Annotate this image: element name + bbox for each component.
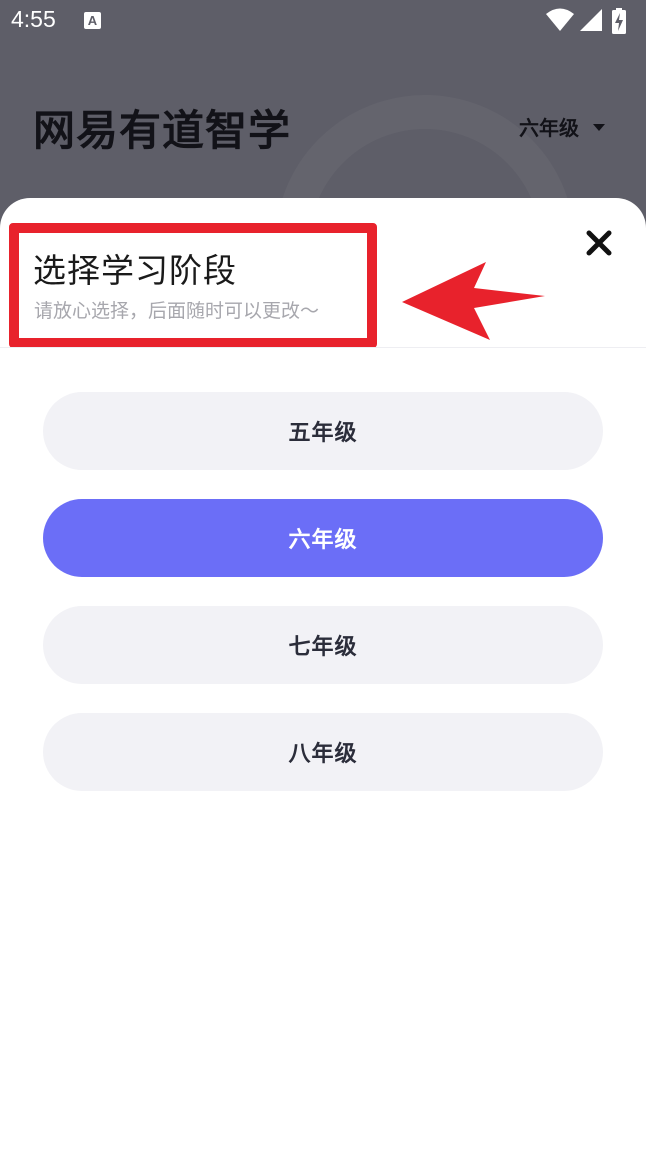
background-app: 4:55 A 网易有道智学 六年级 <box>0 0 646 230</box>
grade-option-5[interactable]: 五年级 <box>43 392 603 470</box>
sheet-subtitle: 请放心选择，后面随时可以更改～ <box>34 300 320 322</box>
grade-picker-sheet: 选择学习阶段 请放心选择，后面随时可以更改～ 五年级 六年级 七年级 八年级 <box>0 198 646 1150</box>
sheet-header: 选择学习阶段 请放心选择，后面随时可以更改～ <box>0 198 646 348</box>
status-bar: 4:55 A <box>0 0 646 44</box>
status-time: 4:55 <box>11 6 56 32</box>
status-icons <box>546 8 636 34</box>
battery-charging-icon <box>612 8 626 34</box>
cellular-signal-icon <box>580 9 602 31</box>
close-button[interactable] <box>582 226 616 260</box>
annotation-arrow-icon <box>402 262 545 340</box>
grade-option-8[interactable]: 八年级 <box>43 713 603 791</box>
wifi-icon <box>546 8 574 31</box>
grade-option-6-selected[interactable]: 六年级 <box>43 499 603 577</box>
sheet-title: 选择学习阶段 <box>33 251 237 290</box>
grade-option-list: 五年级 六年级 七年级 八年级 <box>43 392 603 820</box>
close-icon <box>586 230 612 256</box>
app-title: 网易有道智学 <box>33 106 292 155</box>
grade-option-7[interactable]: 七年级 <box>43 606 603 684</box>
header-divider <box>0 347 646 348</box>
caret-down-icon <box>593 124 605 131</box>
grade-selector-label: 六年级 <box>519 116 579 140</box>
notification-a-icon: A <box>84 12 101 29</box>
grade-selector[interactable]: 六年级 <box>519 112 605 141</box>
